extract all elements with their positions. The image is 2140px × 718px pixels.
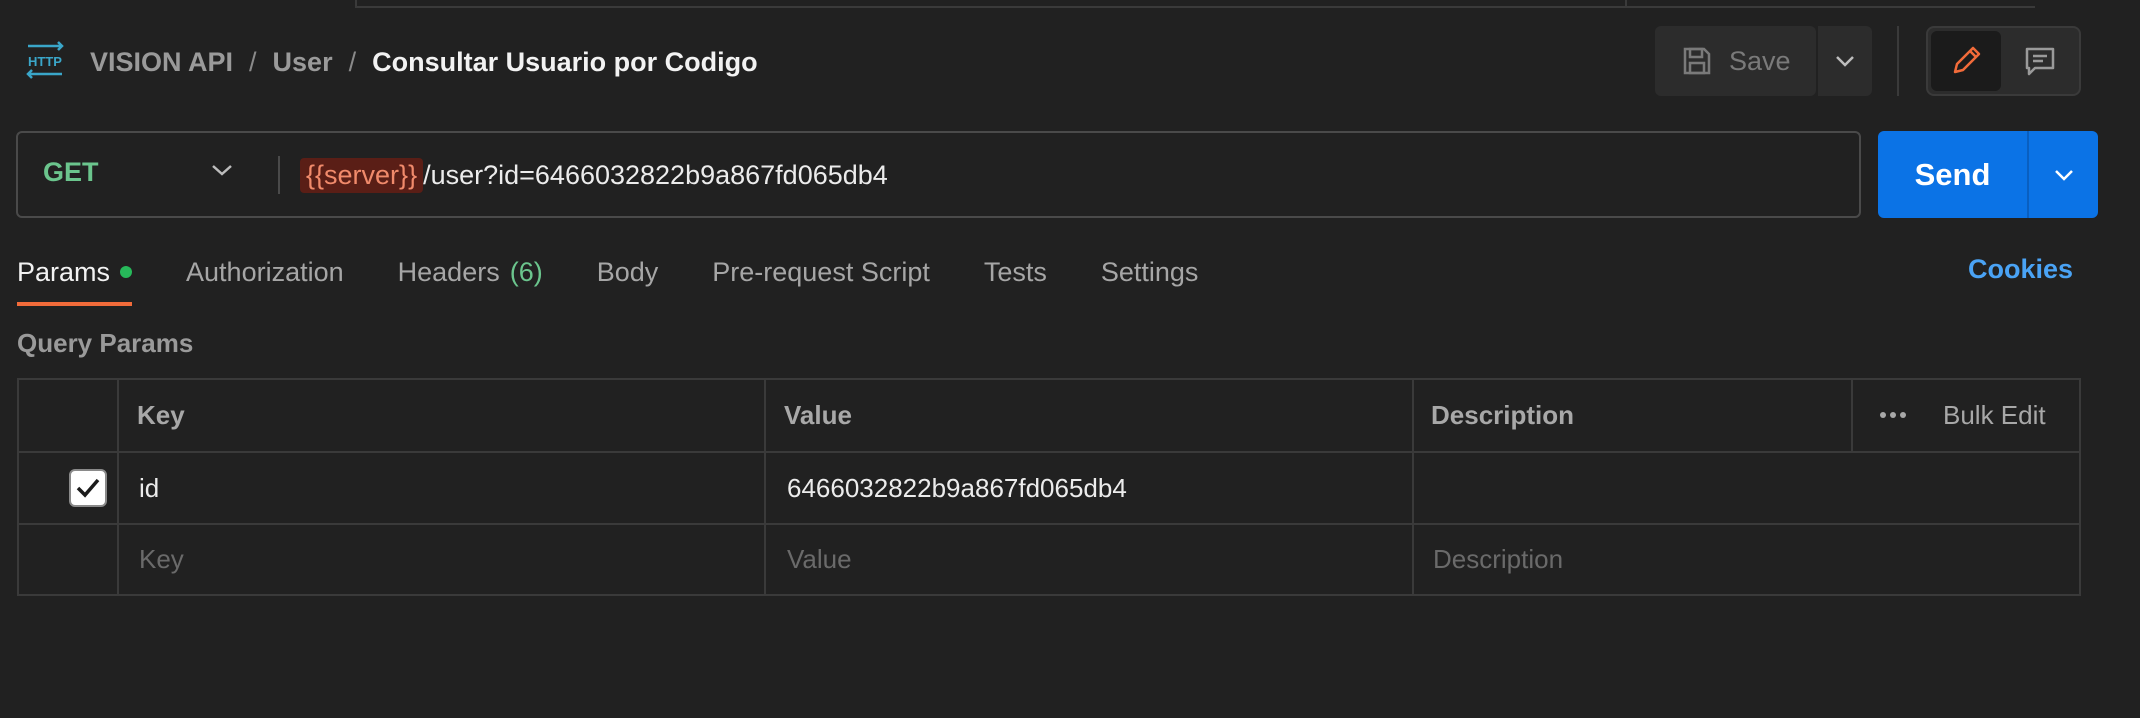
table-divider — [19, 451, 2079, 453]
column-header-key: Key — [137, 400, 185, 430]
chevron-down-icon — [1836, 56, 1854, 67]
breadcrumb-collection[interactable]: VISION API — [90, 47, 233, 78]
save-button[interactable]: Save — [1655, 26, 1816, 96]
edit-mode-button[interactable] — [1931, 31, 2001, 91]
breadcrumb-separator: / — [249, 46, 257, 77]
headers-count: (6) — [509, 256, 543, 287]
query-params-title: Query Params — [17, 328, 194, 358]
tab-label: Pre-request Script — [712, 256, 930, 287]
param-enabled-checkbox[interactable] — [69, 469, 107, 507]
tab-authorization[interactable]: Authorization — [186, 257, 344, 288]
new-param-key-input[interactable]: Key — [139, 544, 184, 575]
save-label: Save — [1729, 45, 1791, 76]
param-value-cell[interactable]: 6466032822b9a867fd065db4 — [787, 473, 1127, 504]
tab-params[interactable]: Params — [17, 256, 133, 288]
table-divider — [19, 523, 2079, 525]
bulk-edit-button[interactable]: Bulk Edit — [1943, 400, 2046, 431]
save-options-button[interactable] — [1818, 26, 1872, 96]
url-input[interactable]: {{server}} /user?id=6466032822b9a867fd06… — [300, 155, 888, 195]
table-divider — [764, 380, 766, 594]
tab-label: Body — [596, 256, 659, 287]
tab-tests[interactable]: Tests — [984, 257, 1047, 288]
request-name[interactable]: Consultar Usuario por Codigo — [372, 47, 758, 78]
breadcrumb: VISION API / User / Consultar Usuario po… — [90, 44, 758, 80]
chevron-down-icon — [2054, 169, 2073, 181]
url-path: /user?id=6466032822b9a867fd065db4 — [423, 159, 888, 190]
tab-label: Settings — [1100, 256, 1199, 287]
tab-body[interactable]: Body — [597, 257, 659, 288]
query-params-table: Key Value Description Bulk Edit id 64660… — [17, 378, 2081, 596]
table-divider — [1412, 380, 1414, 594]
save-icon — [1683, 47, 1711, 75]
chevron-down-icon[interactable] — [210, 163, 234, 177]
table-divider — [117, 380, 119, 594]
comment-icon — [2025, 47, 2055, 76]
svg-text:HTTP: HTTP — [28, 54, 62, 69]
send-button[interactable]: Send — [1878, 131, 2027, 218]
http-icon: HTTP — [26, 41, 64, 79]
tab-pre-request-script[interactable]: Pre-request Script — [712, 257, 930, 288]
column-header-value: Value — [784, 400, 852, 430]
new-param-description-input[interactable]: Description — [1433, 544, 1563, 575]
url-bar — [16, 131, 1861, 218]
tab-headers[interactable]: Headers (6) — [398, 257, 543, 288]
pencil-icon — [1953, 46, 1981, 74]
param-key-cell[interactable]: id — [139, 473, 159, 504]
tab-settings[interactable]: Settings — [1101, 257, 1199, 288]
tab-label: Headers — [397, 256, 500, 287]
checkmark-icon — [76, 478, 100, 498]
tab-label: Tests — [983, 256, 1047, 287]
request-tabs: Params Authorization Headers (6) Body Pr… — [17, 252, 1252, 292]
new-param-value-input[interactable]: Value — [787, 544, 852, 575]
more-options-icon[interactable] — [1879, 410, 1907, 420]
params-indicator-dot — [120, 266, 133, 278]
toolbar-divider — [1897, 26, 1899, 96]
method-select[interactable]: GET — [43, 157, 99, 188]
comments-button[interactable] — [2005, 31, 2075, 91]
top-divider-split — [1625, 0, 1627, 8]
url-variable[interactable]: {{server}} — [300, 157, 424, 193]
breadcrumb-separator: / — [348, 46, 357, 77]
column-header-description: Description — [1431, 400, 1575, 430]
table-divider — [1851, 380, 1853, 451]
cookies-link[interactable]: Cookies — [1968, 254, 2073, 285]
send-options-button[interactable] — [2029, 131, 2098, 218]
method-divider — [278, 156, 280, 194]
top-divider — [355, 0, 2035, 8]
tab-label: Params — [17, 256, 111, 287]
tab-label: Authorization — [186, 256, 344, 287]
active-tab-underline — [17, 302, 132, 306]
breadcrumb-folder[interactable]: User — [273, 47, 333, 78]
